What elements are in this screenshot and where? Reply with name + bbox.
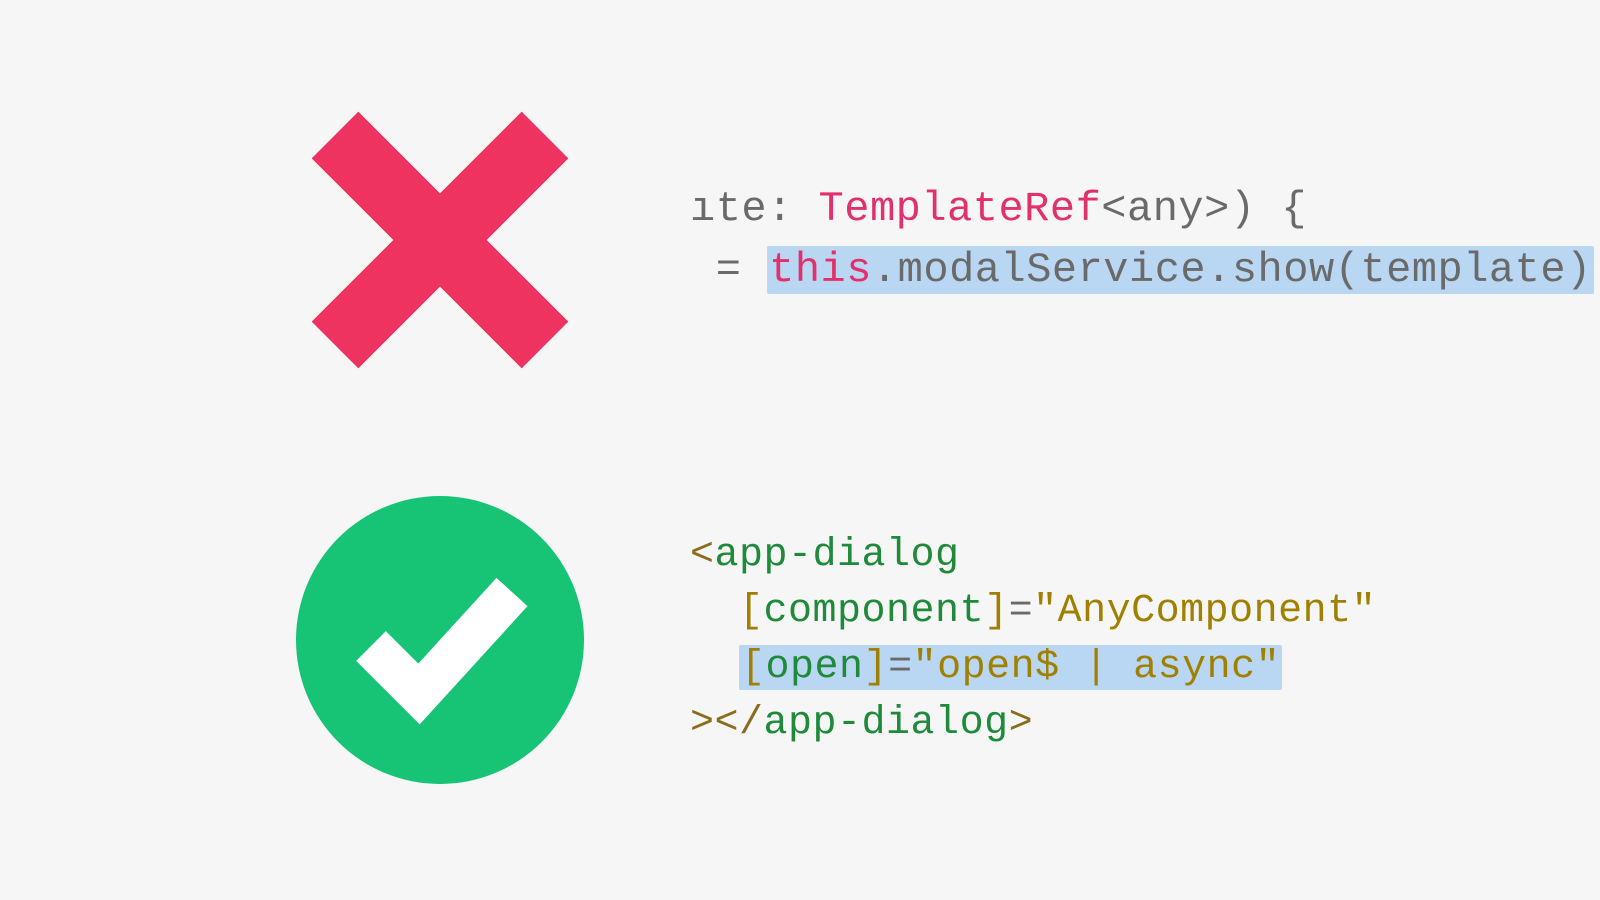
code-line-2: = this.modalService.show(template) bbox=[690, 246, 1594, 294]
code-line-4: ></app-dialog> bbox=[690, 701, 1033, 746]
good-example-row: <app-dialog [component]="AnyComponent" [… bbox=[280, 490, 1376, 790]
code-line-1: <app-dialog bbox=[690, 533, 960, 578]
code-line-3: [open]="open$ | async" bbox=[690, 645, 1282, 690]
code-line-2: [component]="AnyComponent" bbox=[690, 589, 1376, 634]
bad-code-block: ıte: TemplateRef<any>) { = this.modalSer… bbox=[690, 118, 1594, 362]
bad-example-row: ıte: TemplateRef<any>) { = this.modalSer… bbox=[280, 90, 1594, 390]
checkmark-circle-icon bbox=[280, 490, 600, 790]
cross-icon bbox=[280, 90, 600, 390]
good-code-block: <app-dialog [component]="AnyComponent" [… bbox=[690, 472, 1376, 808]
code-line-1: ıte: TemplateRef<any>) { bbox=[690, 185, 1307, 233]
highlighted-span: [open]="open$ | async" bbox=[739, 645, 1282, 690]
highlighted-span: this.modalService.show(template) bbox=[767, 246, 1594, 294]
